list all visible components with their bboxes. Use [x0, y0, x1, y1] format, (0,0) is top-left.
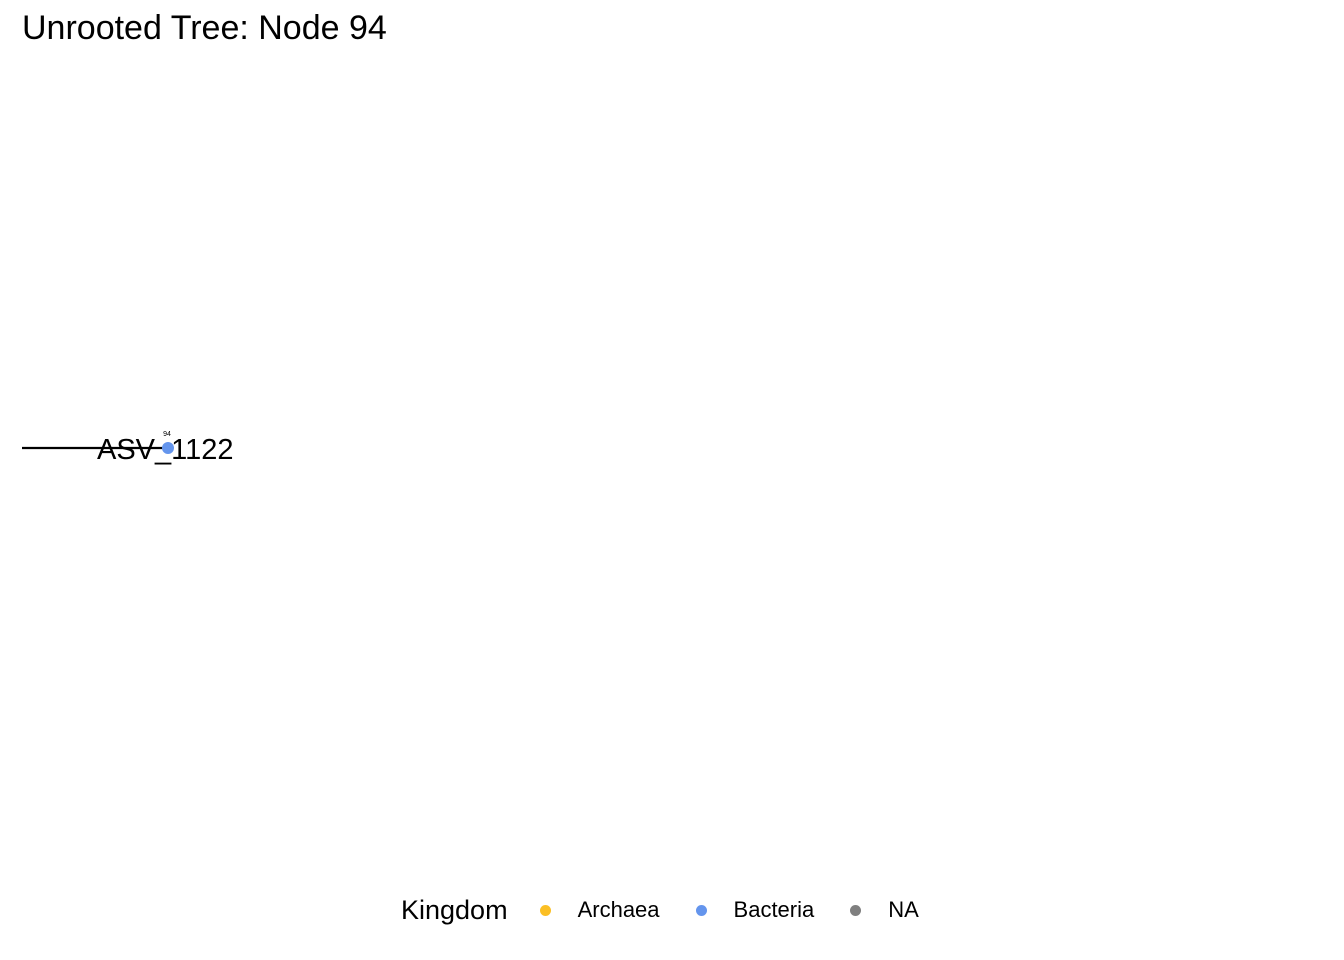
legend-label-bacteria: Bacteria — [733, 897, 815, 922]
legend: Kingdom Archaea Bacteria NA — [401, 890, 955, 930]
legend-label-archaea: Archaea — [577, 897, 660, 922]
legend-dot-bacteria — [695, 904, 707, 916]
legend-title: Kingdom — [401, 894, 508, 925]
legend-item-bacteria: Bacteria — [695, 897, 815, 923]
tip-point — [162, 442, 174, 454]
node-label: 94 — [163, 431, 171, 438]
legend-dot-archaea — [539, 904, 551, 916]
legend-dot-na — [850, 904, 862, 916]
legend-item-archaea: Archaea — [539, 897, 660, 923]
tree-diagram: ASV_1122 94 — [22, 431, 234, 466]
legend-item-na: NA — [850, 897, 919, 923]
legend-label-na: NA — [888, 897, 919, 922]
